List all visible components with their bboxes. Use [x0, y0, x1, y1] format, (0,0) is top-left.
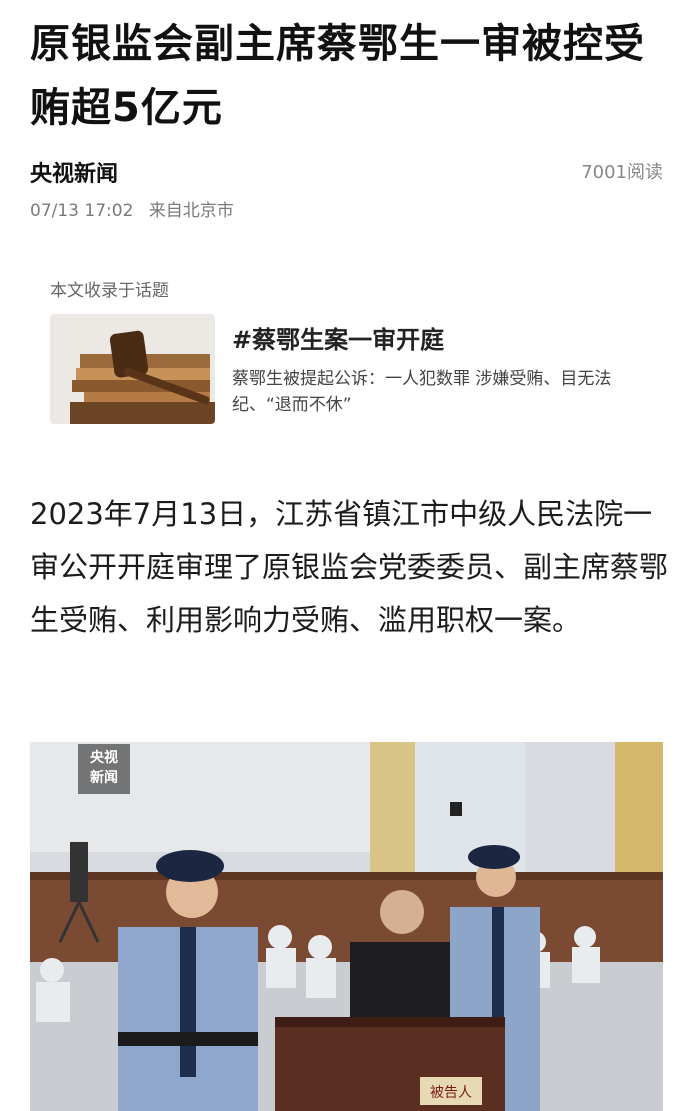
- gavel-icon: [50, 314, 215, 424]
- publish-location: 来自北京市: [148, 201, 234, 221]
- article-meta: 07/13 17:02 来自北京市: [30, 196, 234, 221]
- logo-line1: 央视: [90, 750, 118, 766]
- topic-card[interactable]: #蔡鄂生案一审开庭 蔡鄂生被提起公诉：一人犯数罪 涉嫌受贿、目无法纪、“退而不休…: [50, 314, 620, 426]
- topic-description: 蔡鄂生被提起公诉：一人犯数罪 涉嫌受贿、目无法纪、“退而不休”: [232, 369, 612, 415]
- gavel-thumbnail: [50, 314, 215, 424]
- read-count: 7001阅读: [581, 162, 663, 183]
- source-name[interactable]: 央视新闻: [30, 156, 118, 188]
- topic-title[interactable]: #蔡鄂生案一审开庭: [232, 320, 444, 355]
- dock-sign: 被告人: [430, 1085, 472, 1101]
- logo-line2: 新闻: [90, 770, 118, 786]
- article-title: 原银监会副主席蔡鄂生一审被控受贿超5亿元: [30, 21, 645, 131]
- article-paragraph: 2023年7月13日，江苏省镇江市中级人民法院一审公开开庭审理了原银监会党委委员…: [30, 497, 669, 637]
- cctv-news-logo: 央视 新闻: [78, 744, 130, 794]
- topic-label: 本文收录于话题: [50, 281, 169, 301]
- publish-date: 07/13 17:02: [30, 201, 134, 221]
- courtroom-image: 被告人: [30, 742, 663, 1111]
- courtroom-photo[interactable]: 被告人: [30, 742, 663, 1111]
